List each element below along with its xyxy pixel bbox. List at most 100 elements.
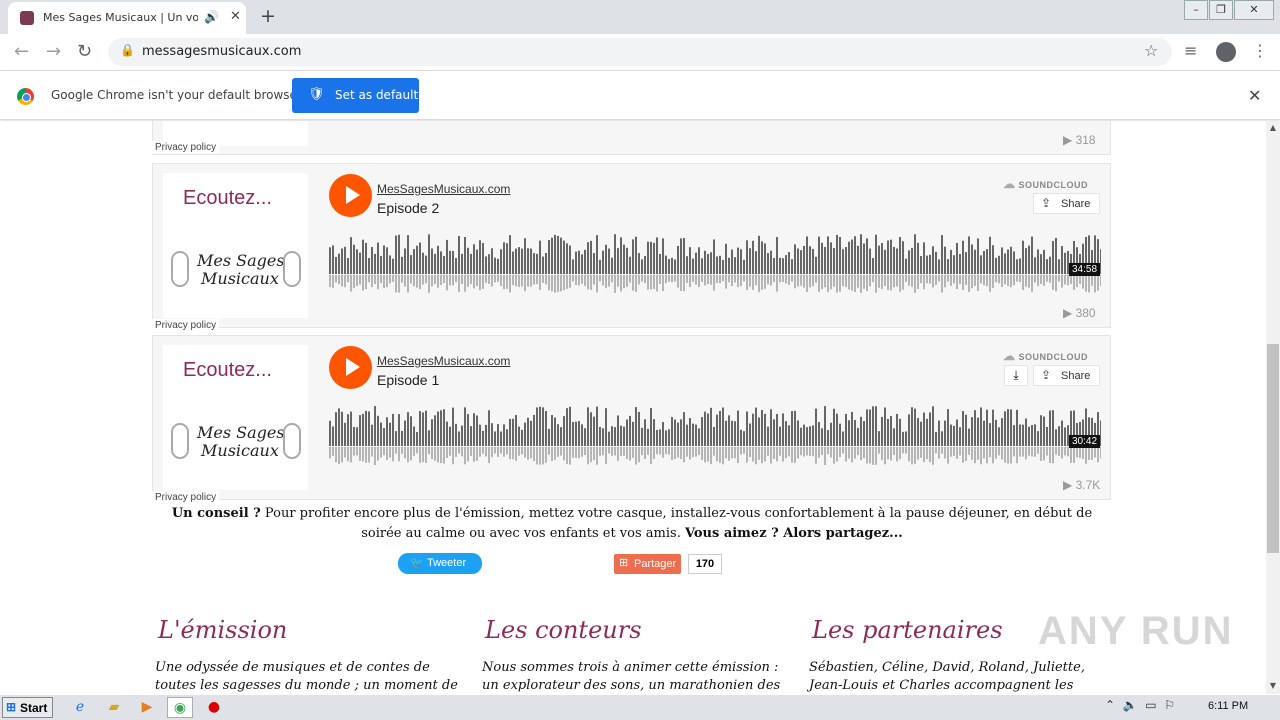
folder-icon[interactable]: ▰ [101, 697, 127, 718]
logo-line-1: Mes Sages [197, 251, 285, 270]
waveform-bar [881, 243, 883, 274]
waveform-reflection [752, 275, 754, 290]
waveform-bar [785, 421, 787, 446]
waveform-bar [554, 417, 556, 446]
waveform-bar [395, 235, 397, 274]
soundcloud-logo[interactable]: ☁ SOUNDCLOUD [1003, 177, 1088, 191]
waveform-bar [992, 409, 994, 446]
waveform-reflection [725, 447, 727, 459]
uploader-link[interactable]: MesSagesMusicaux.com [377, 354, 510, 368]
new-tab-button[interactable]: + [260, 5, 276, 27]
waveform-bar [1013, 425, 1015, 446]
episode-artwork[interactable]: Ecoutez... Mes Sages Musicaux [163, 345, 308, 490]
url-text[interactable]: messagesmusicaux.com [142, 44, 301, 59]
waveform-bar [626, 247, 628, 274]
waveform-reflection [857, 447, 859, 456]
waveform-reflection [1028, 275, 1030, 288]
privacy-policy-link[interactable]: Privacy policy [152, 491, 220, 504]
waveform-bar [917, 242, 919, 274]
waveform-bar [998, 255, 1000, 274]
waveform-bar [809, 246, 811, 274]
scrollbar-thumb[interactable] [1267, 344, 1279, 553]
tab-close-icon[interactable]: ✕ [230, 9, 241, 24]
waveform-reflection [509, 275, 511, 293]
privacy-policy-link[interactable]: Privacy policy [152, 141, 220, 154]
waveform-bar [1034, 257, 1036, 274]
waveform-bar [968, 236, 970, 274]
waveform-reflection [416, 275, 418, 288]
media-control-icon[interactable]: ≡ [1184, 41, 1197, 60]
waveform-bar [767, 253, 769, 274]
alert-icon[interactable]: ● [201, 697, 227, 718]
waveform-bar [803, 245, 805, 274]
play-button[interactable] [329, 174, 372, 217]
reload-icon[interactable]: ↻ [77, 41, 92, 62]
waveform-reflection [737, 275, 739, 287]
waveform-reflection [386, 447, 388, 460]
waveform[interactable] [329, 404, 1101, 466]
address-bar[interactable]: 🔒 messagesmusicaux.com ☆ [108, 38, 1172, 66]
set-as-default-button[interactable]: 🛡 Set as default [292, 78, 419, 113]
waveform-reflection [746, 447, 748, 463]
artwork-text: Ecoutez... [183, 359, 272, 381]
audio-playing-icon[interactable]: 🔊 [204, 10, 219, 24]
start-button[interactable]: ⊞ Start [2, 697, 53, 718]
waveform-reflection [575, 447, 577, 458]
waveform-bar [551, 237, 553, 274]
waveform-reflection [833, 275, 835, 287]
waveform-bar [566, 408, 568, 446]
waveform-bar [905, 431, 907, 446]
waveform-reflection [614, 447, 616, 456]
waveform-bar [674, 259, 676, 274]
uploader-link[interactable]: MesSagesMusicaux.com [377, 182, 510, 196]
browser-tab[interactable]: Mes Sages Musicaux | Un voyage 🔊 ✕ [8, 2, 246, 34]
waveform-bar [425, 410, 427, 446]
waveform-reflection [620, 275, 622, 292]
minimize-button[interactable]: – [1184, 0, 1208, 20]
track-title[interactable]: Episode 2 [377, 200, 439, 216]
waveform-bar [1034, 424, 1036, 446]
waveform-bar [530, 248, 532, 274]
infobar-close-icon[interactable]: ✕ [1248, 86, 1261, 105]
scroll-up-icon[interactable]: ▲ [1266, 123, 1280, 132]
waveform-reflection [398, 275, 400, 293]
waveform-reflection [521, 447, 523, 455]
share-button[interactable]: ⇪ Share [1033, 193, 1100, 214]
lock-icon[interactable]: 🔒 [120, 43, 135, 57]
chrome-taskbar-icon[interactable]: ◉ [167, 697, 193, 718]
media-player-icon[interactable]: ▶ [134, 697, 160, 718]
soundcloud-logo[interactable]: ☁ SOUNDCLOUD [1003, 349, 1088, 363]
partager-button[interactable]: ⊞ Partager [614, 554, 681, 574]
restore-button[interactable]: ❐ [1209, 0, 1233, 20]
menu-kebab-icon[interactable]: ⋮ [1252, 41, 1268, 60]
waveform[interactable] [329, 232, 1101, 294]
waveform-bar [440, 410, 442, 446]
tweet-button[interactable]: 🐦 Tweeter [398, 553, 482, 574]
forward-icon[interactable]: → [46, 41, 61, 62]
waveform-bar [614, 234, 616, 274]
waveform-reflection [830, 447, 832, 458]
waveform-reflection [590, 275, 592, 290]
play-button[interactable] [329, 346, 372, 389]
waveform-bar [857, 245, 859, 274]
download-button[interactable]: ⤓ [1004, 365, 1028, 386]
back-icon[interactable]: ← [14, 41, 29, 62]
tip-bold-lead: Un conseil ? [171, 506, 261, 521]
mes-sages-musicaux-logo: Mes Sages Musicaux [171, 417, 301, 465]
window-close-button[interactable]: ✕ [1234, 0, 1274, 20]
waveform-bar [785, 255, 787, 274]
waveform-reflection [449, 447, 451, 456]
share-button[interactable]: ⇪ Share [1033, 365, 1100, 386]
waveform-bar [854, 419, 856, 446]
waveform-bar [662, 238, 664, 274]
track-title[interactable]: Episode 1 [377, 372, 439, 388]
episode-artwork[interactable]: Ecoutez... Mes Sages Musicaux [163, 173, 308, 318]
bookmark-star-icon[interactable]: ☆ [1144, 41, 1158, 60]
scroll-down-icon[interactable]: ▼ [1266, 681, 1280, 690]
privacy-policy-link[interactable]: Privacy policy [152, 319, 220, 332]
waveform-reflection [482, 447, 484, 454]
internet-explorer-icon[interactable]: ℯ [67, 697, 93, 718]
waveform-bar [671, 417, 673, 446]
system-tray[interactable]: ⌃ 🔈 ▭ ⚐ [1105, 698, 1175, 712]
profile-avatar[interactable] [1216, 42, 1236, 62]
